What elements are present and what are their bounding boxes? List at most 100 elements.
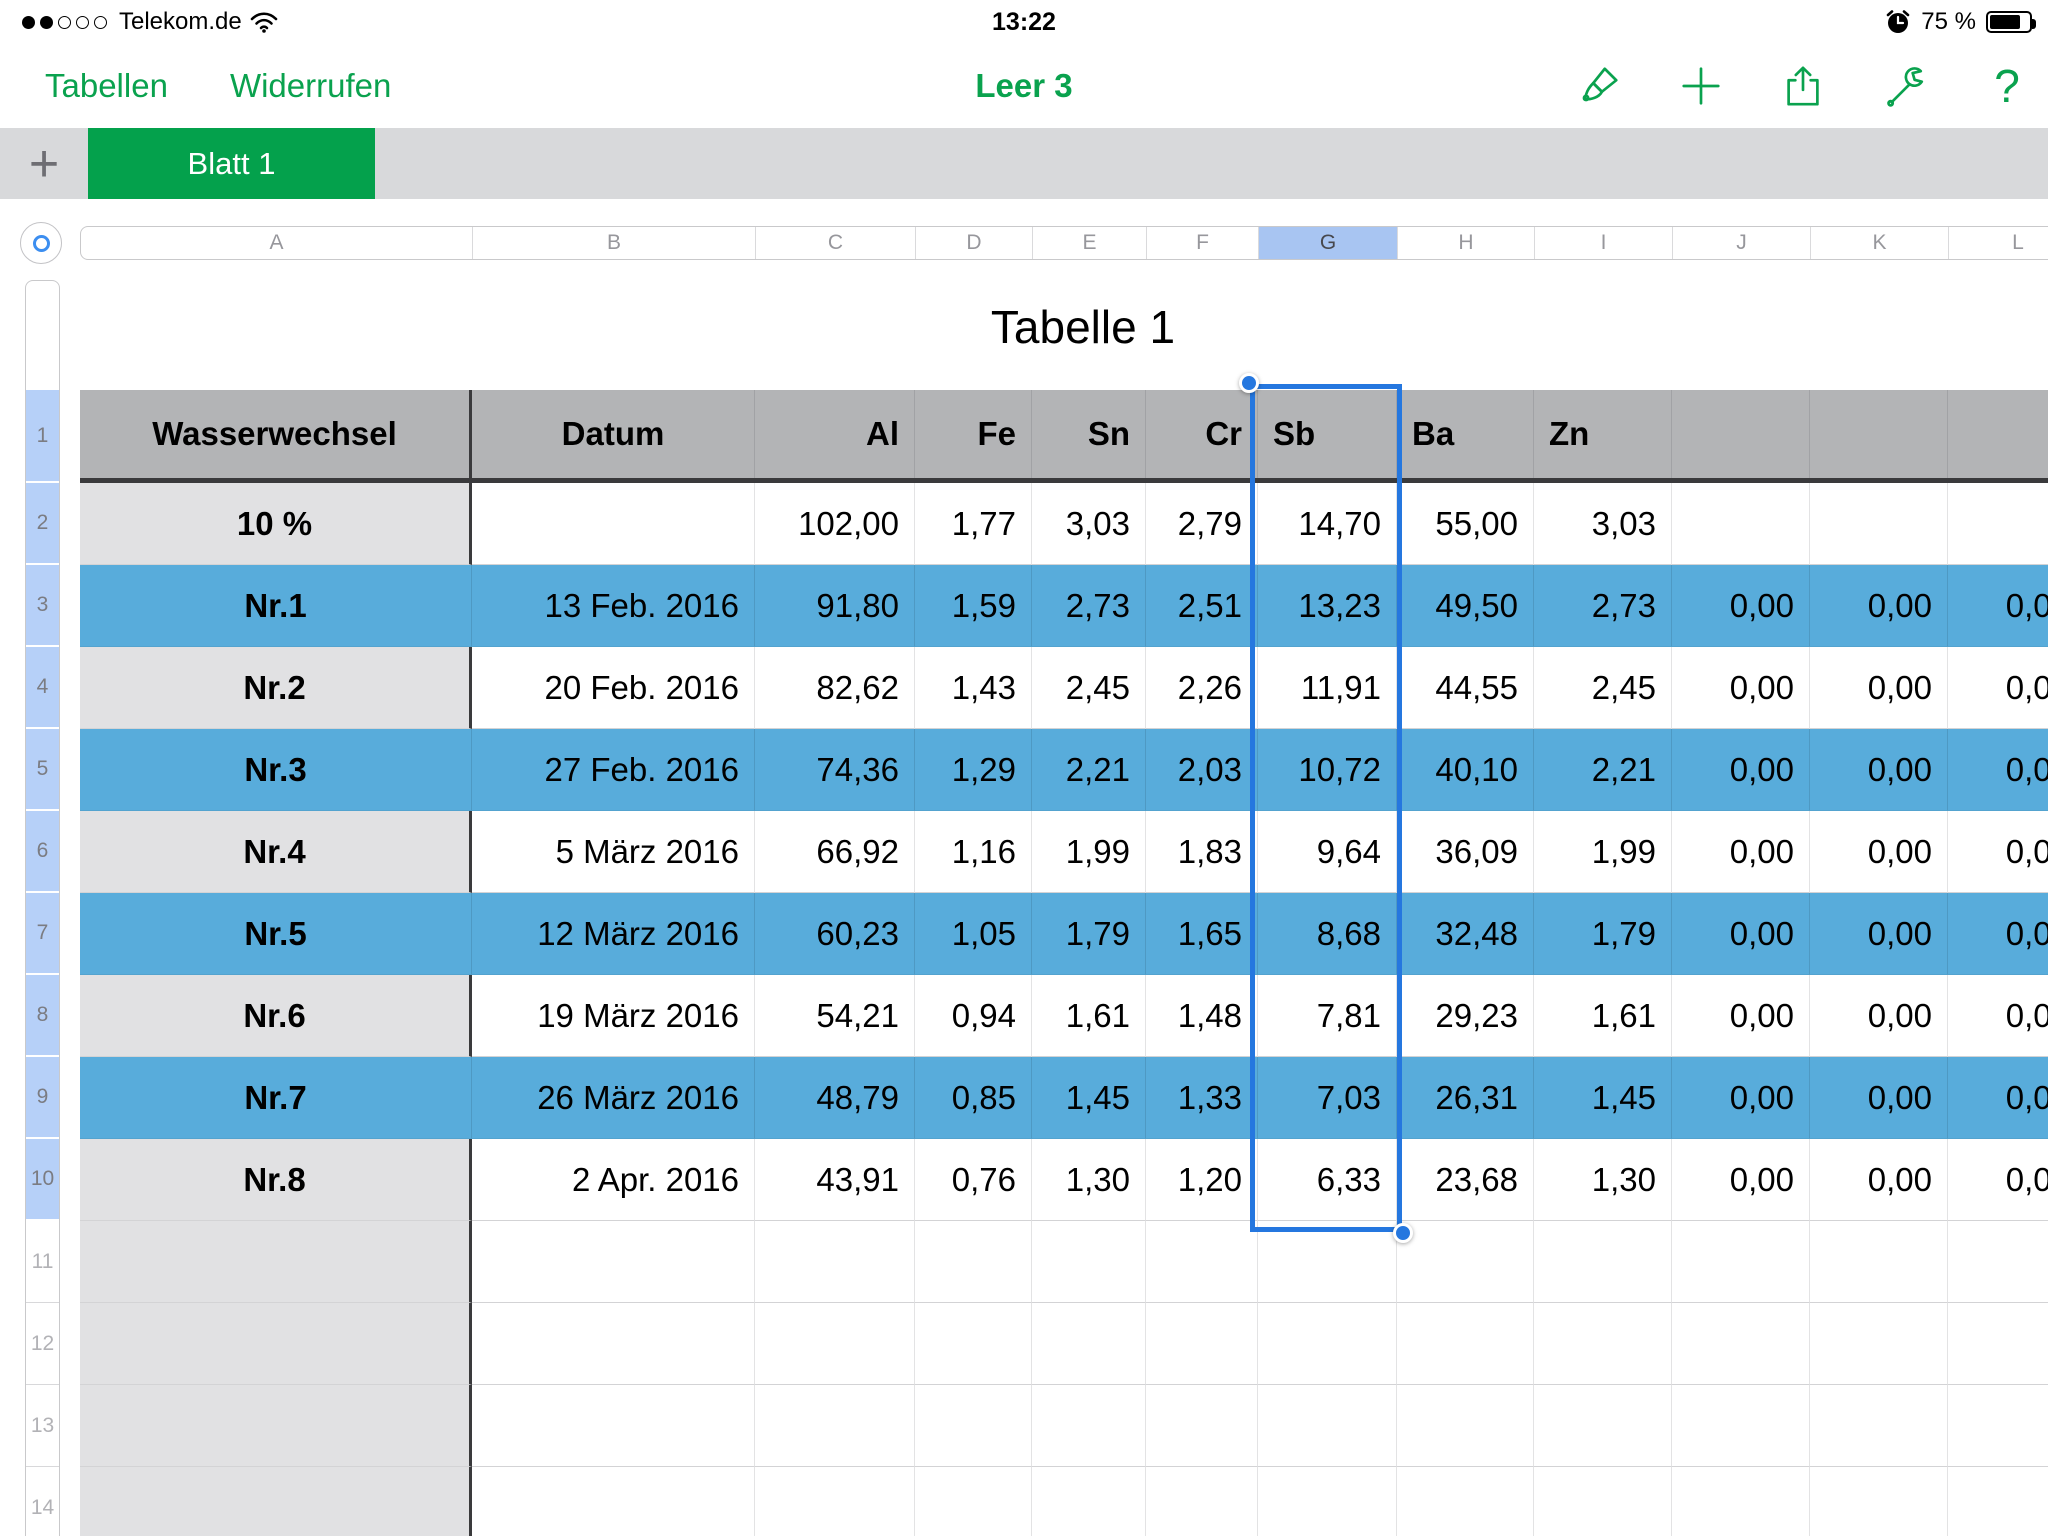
cell-A7[interactable]: Nr.5 [80, 893, 472, 975]
row-header-1[interactable]: 1 [26, 390, 59, 483]
column-header-A[interactable]: A [81, 227, 473, 259]
cell-A3[interactable]: Nr.1 [80, 565, 472, 647]
cell-J4[interactable]: 0,00 [1672, 647, 1810, 729]
cell-G2[interactable]: 14,70 [1258, 483, 1397, 565]
cell-L11[interactable] [1948, 1221, 2048, 1303]
cell-J10[interactable]: 0,00 [1672, 1139, 1810, 1221]
cell-H4[interactable]: 44,55 [1397, 647, 1534, 729]
sheet-tab-blatt-1[interactable]: Blatt 1 [88, 128, 375, 199]
cell-H12[interactable] [1397, 1303, 1534, 1385]
cell-E8[interactable]: 1,61 [1032, 975, 1146, 1057]
cell-D9[interactable]: 0,85 [915, 1057, 1032, 1139]
cell-J8[interactable]: 0,00 [1672, 975, 1810, 1057]
share-icon[interactable] [1780, 63, 1826, 109]
cell-D5[interactable]: 1,29 [915, 729, 1032, 811]
cell-J5[interactable]: 0,00 [1672, 729, 1810, 811]
cell-B9[interactable]: 26 März 2016 [472, 1057, 755, 1139]
row-header-6[interactable]: 6 [26, 811, 59, 893]
cell-I2[interactable]: 3,03 [1534, 483, 1672, 565]
cell-K2[interactable] [1810, 483, 1948, 565]
column-header-H[interactable]: H [1398, 227, 1535, 259]
tools-wrench-icon[interactable] [1882, 63, 1928, 109]
cell-D8[interactable]: 0,94 [915, 975, 1032, 1057]
cell-J12[interactable] [1672, 1303, 1810, 1385]
cell-L14[interactable] [1948, 1467, 2048, 1536]
cell-E1[interactable]: Sn [1032, 390, 1146, 478]
cell-D3[interactable]: 1,59 [915, 565, 1032, 647]
cell-A13[interactable] [80, 1385, 472, 1467]
cell-H13[interactable] [1397, 1385, 1534, 1467]
cell-D12[interactable] [915, 1303, 1032, 1385]
cell-C10[interactable]: 43,91 [755, 1139, 915, 1221]
cell-A6[interactable]: Nr.4 [80, 811, 472, 893]
cell-I5[interactable]: 2,21 [1534, 729, 1672, 811]
cell-J14[interactable] [1672, 1467, 1810, 1536]
cell-H7[interactable]: 32,48 [1397, 893, 1534, 975]
cell-G7[interactable]: 8,68 [1258, 893, 1397, 975]
selection-handle-top[interactable] [1239, 373, 1259, 393]
cell-I14[interactable] [1534, 1467, 1672, 1536]
cell-I7[interactable]: 1,79 [1534, 893, 1672, 975]
cell-C12[interactable] [755, 1303, 915, 1385]
row-header-13[interactable]: 13 [26, 1385, 59, 1467]
cell-L8[interactable]: 0,00 [1948, 975, 2048, 1057]
add-sheet-button[interactable]: + [0, 128, 88, 199]
cell-B11[interactable] [472, 1221, 755, 1303]
cell-E6[interactable]: 1,99 [1032, 811, 1146, 893]
column-header-J[interactable]: J [1673, 227, 1811, 259]
cell-L13[interactable] [1948, 1385, 2048, 1467]
cell-I8[interactable]: 1,61 [1534, 975, 1672, 1057]
cell-C8[interactable]: 54,21 [755, 975, 915, 1057]
cell-L12[interactable] [1948, 1303, 2048, 1385]
cell-D11[interactable] [915, 1221, 1032, 1303]
cell-J11[interactable] [1672, 1221, 1810, 1303]
cell-K6[interactable]: 0,00 [1810, 811, 1948, 893]
cell-G5[interactable]: 10,72 [1258, 729, 1397, 811]
cell-B12[interactable] [472, 1303, 755, 1385]
cell-B3[interactable]: 13 Feb. 2016 [472, 565, 755, 647]
column-header-K[interactable]: K [1811, 227, 1949, 259]
cell-E5[interactable]: 2,21 [1032, 729, 1146, 811]
cell-C3[interactable]: 91,80 [755, 565, 915, 647]
row-header-14[interactable]: 14 [26, 1467, 59, 1536]
cell-F4[interactable]: 2,26 [1146, 647, 1258, 729]
cell-B8[interactable]: 19 März 2016 [472, 975, 755, 1057]
cell-E3[interactable]: 2,73 [1032, 565, 1146, 647]
cell-G13[interactable] [1258, 1385, 1397, 1467]
cell-H10[interactable]: 23,68 [1397, 1139, 1534, 1221]
cell-F11[interactable] [1146, 1221, 1258, 1303]
cell-A12[interactable] [80, 1303, 472, 1385]
cell-F7[interactable]: 1,65 [1146, 893, 1258, 975]
cell-C4[interactable]: 82,62 [755, 647, 915, 729]
cell-B4[interactable]: 20 Feb. 2016 [472, 647, 755, 729]
cell-D10[interactable]: 0,76 [915, 1139, 1032, 1221]
cell-C7[interactable]: 60,23 [755, 893, 915, 975]
cell-D13[interactable] [915, 1385, 1032, 1467]
cell-I13[interactable] [1534, 1385, 1672, 1467]
column-header-B[interactable]: B [473, 227, 756, 259]
cell-K5[interactable]: 0,00 [1810, 729, 1948, 811]
cell-I10[interactable]: 1,30 [1534, 1139, 1672, 1221]
cell-B14[interactable] [472, 1467, 755, 1536]
format-paintbrush-icon[interactable] [1576, 63, 1622, 109]
cell-E12[interactable] [1032, 1303, 1146, 1385]
cell-C1[interactable]: Al [755, 390, 915, 478]
cell-D14[interactable] [915, 1467, 1032, 1536]
row-header-9[interactable]: 9 [26, 1057, 59, 1139]
cell-J3[interactable]: 0,00 [1672, 565, 1810, 647]
cell-C2[interactable]: 102,00 [755, 483, 915, 565]
cell-B13[interactable] [472, 1385, 755, 1467]
cell-B6[interactable]: 5 März 2016 [472, 811, 755, 893]
table-title[interactable]: Tabelle 1 [80, 300, 2048, 354]
cell-G12[interactable] [1258, 1303, 1397, 1385]
cell-L5[interactable]: 0,00 [1948, 729, 2048, 811]
cell-F14[interactable] [1146, 1467, 1258, 1536]
cell-I1[interactable]: Zn [1534, 390, 1672, 478]
column-header-F[interactable]: F [1147, 227, 1259, 259]
cell-G8[interactable]: 7,81 [1258, 975, 1397, 1057]
row-header-8[interactable]: 8 [26, 975, 59, 1057]
cell-G4[interactable]: 11,91 [1258, 647, 1397, 729]
cell-F2[interactable]: 2,79 [1146, 483, 1258, 565]
cell-C11[interactable] [755, 1221, 915, 1303]
cell-K9[interactable]: 0,00 [1810, 1057, 1948, 1139]
